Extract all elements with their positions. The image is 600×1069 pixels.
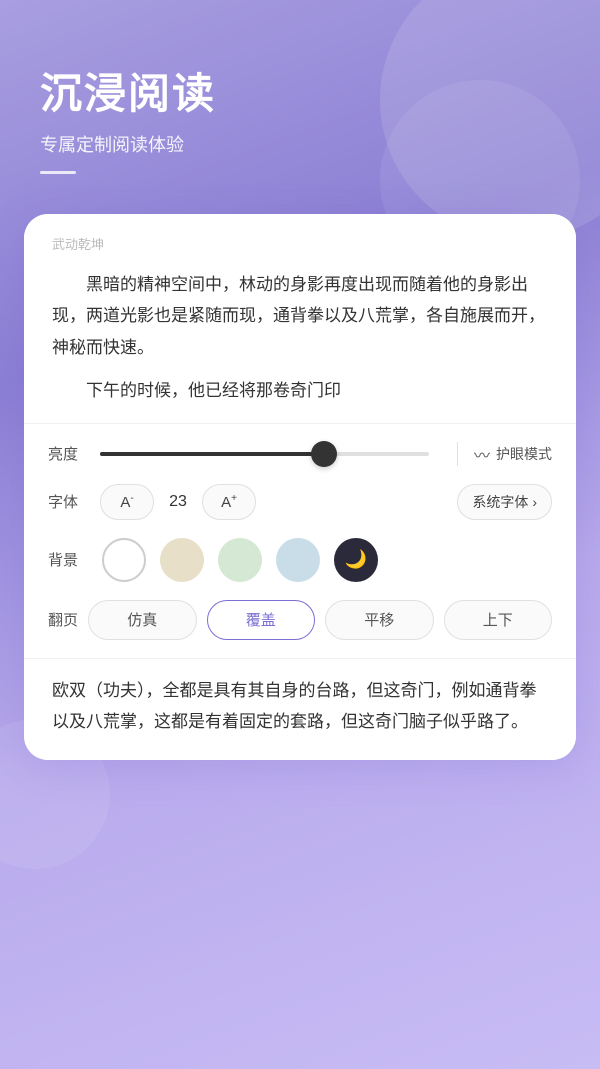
slider-track [100,452,429,456]
background-row: 背景 🌙 [48,538,552,582]
bg-blue-button[interactable] [276,538,320,582]
bg-beige-button[interactable] [160,538,204,582]
pageturn-scroll-label: 上下 [483,609,513,630]
night-mode-button[interactable]: 〰 护眼模式 [474,442,552,466]
bottom-reading-text: 欧双（功夫），全都是具有其自身的台路，但这奇门，例如通背拳以及八荒掌，这都是有着… [52,675,548,738]
pageturn-label: 翻页 [48,609,88,630]
font-increase-icon: A+ [221,493,237,511]
pageturn-options: 仿真 覆盖 平移 上下 [88,600,552,640]
slider-fill [100,452,324,456]
chevron-right-icon: › [532,494,537,510]
pageturn-scroll-button[interactable]: 上下 [444,600,553,640]
moon-icon: 🌙 [345,549,367,570]
pageturn-cover-button[interactable]: 覆盖 [207,600,316,640]
font-decrease-icon: A- [120,493,133,511]
bg-green-button[interactable] [218,538,262,582]
brightness-label: 亮度 [48,443,88,464]
bottom-text-area: 欧双（功夫），全都是具有其自身的台路，但这奇门，例如通背拳以及八荒掌，这都是有着… [24,658,576,760]
pageturn-slide-label: 平移 [364,609,394,630]
eye-icon: 〰 [474,442,490,466]
book-title: 武动乾坤 [52,234,548,253]
divider-vertical [457,442,458,466]
page-subtitle: 专属定制阅读体验 [40,131,560,157]
page-title: 沉浸阅读 [40,60,560,121]
pageturn-cover-label: 覆盖 [246,609,276,630]
reading-text: 黑暗的精神空间中，林动的身影再度出现而随着他的身影出现，两道光影也是紧随而现，通… [52,269,548,407]
font-label: 字体 [48,491,88,512]
font-size-value: 23 [166,493,190,511]
bg-white-button[interactable] [102,538,146,582]
night-mode-label: 护眼模式 [496,444,552,464]
font-family-button[interactable]: 系统字体 › [457,484,552,520]
bg-label: 背景 [48,549,88,570]
bg-dark-button[interactable]: 🌙 [334,538,378,582]
brightness-slider[interactable] [100,452,429,456]
pageturn-simulated-label: 仿真 [127,609,157,630]
font-increase-button[interactable]: A+ [202,484,256,520]
reading-area: 武动乾坤 黑暗的精神空间中，林动的身影再度出现而随着他的身影出现，两道光影也是紧… [24,214,576,423]
slider-thumb[interactable] [311,441,337,467]
font-row: 字体 A- 23 A+ 系统字体 › [48,484,552,520]
pageturn-slide-button[interactable]: 平移 [325,600,434,640]
header-divider [40,171,76,174]
controls-panel: 亮度 〰 护眼模式 字体 A- 23 A+ [24,423,576,658]
pageturn-simulated-button[interactable]: 仿真 [88,600,197,640]
brightness-row: 亮度 〰 护眼模式 [48,442,552,466]
reading-card: 武动乾坤 黑暗的精神空间中，林动的身影再度出现而随着他的身影出现，两道光影也是紧… [24,214,576,760]
pageturn-row: 翻页 仿真 覆盖 平移 上下 [48,600,552,640]
reading-paragraph-1: 黑暗的精神空间中，林动的身影再度出现而随着他的身影出现，两道光影也是紧随而现，通… [52,269,548,363]
header: 沉浸阅读 专属定制阅读体验 [0,0,600,204]
font-decrease-button[interactable]: A- [100,484,154,520]
reading-paragraph-2: 下午的时候，他已经将那卷奇门印 [52,375,548,406]
font-family-label: 系统字体 [472,492,528,512]
